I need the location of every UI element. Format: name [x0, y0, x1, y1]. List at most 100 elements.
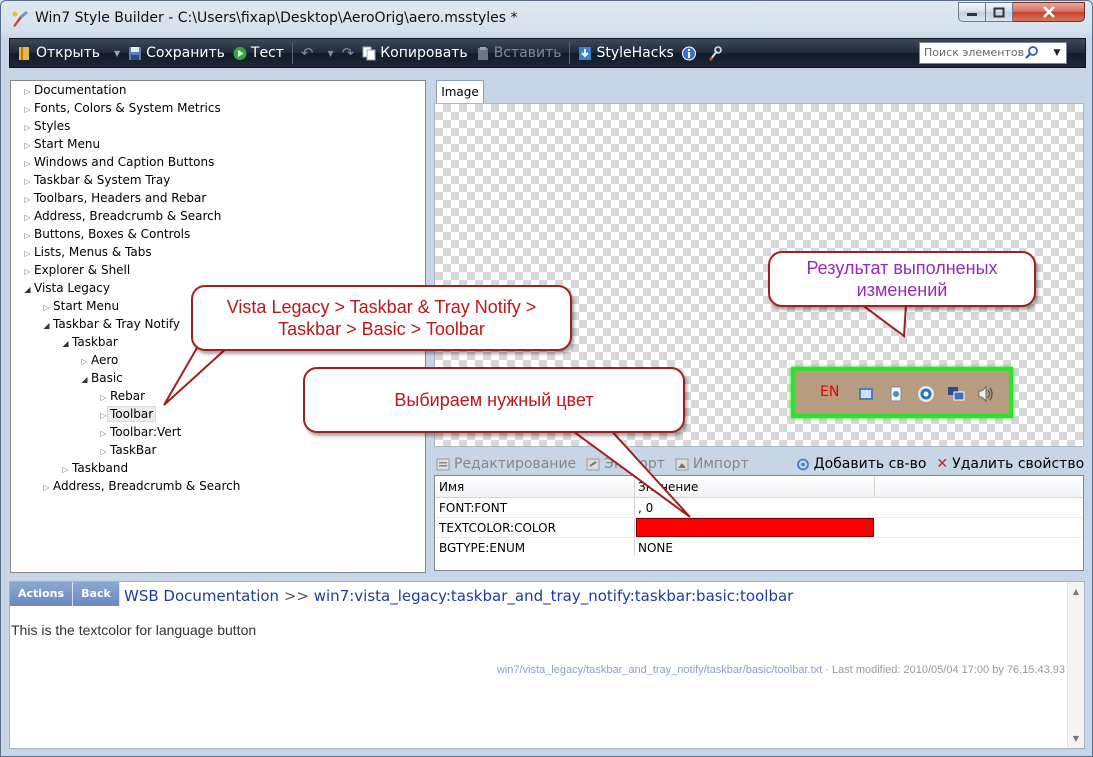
breadcrumb-separator: >>	[283, 587, 309, 605]
actions-button[interactable]: Actions	[10, 582, 73, 606]
tree-item[interactable]: ▷ Buttons, Boxes & Controls	[21, 226, 190, 243]
copy-label: Копировать	[380, 45, 468, 61]
import-icon	[675, 458, 689, 470]
tree-item[interactable]: ▷ Documentation	[21, 82, 126, 100]
tree-item[interactable]: ◢ Taskbar	[59, 334, 117, 352]
expand-arrow-icon[interactable]: ▷	[97, 389, 110, 406]
collapse-arrow-icon[interactable]: ◢	[21, 281, 34, 298]
add-property-button[interactable]: Добавить св-во	[796, 456, 926, 472]
breadcrumb-root-link[interactable]: WSB Documentation	[124, 587, 279, 605]
property-value[interactable]: , 0	[638, 498, 874, 518]
doc-last-modified: · Last modified: 2010/05/04 17:00 by 76.…	[825, 664, 1065, 676]
expand-arrow-icon[interactable]: ▷	[21, 263, 34, 280]
tree-item[interactable]: ▷ Windows and Caption Buttons	[21, 154, 214, 171]
scroll-up-icon[interactable]: ▲	[1068, 584, 1084, 600]
expand-arrow-icon[interactable]: ▷	[97, 443, 110, 460]
tree-item[interactable]: ▷ TaskBar	[97, 442, 156, 459]
tree-item[interactable]: ◢ Taskbar & Tray Notify	[40, 316, 180, 333]
expand-arrow-icon[interactable]: ▷	[21, 83, 34, 100]
edit-button[interactable]: Редактирование	[436, 456, 576, 472]
open-button[interactable]: Открыть ▼	[14, 40, 124, 66]
expand-arrow-icon[interactable]: ▷	[78, 353, 91, 370]
vertical-scrollbar[interactable]: ▲ ▼	[1067, 582, 1084, 748]
column-header-value[interactable]: Значение	[638, 476, 874, 498]
property-name: FONT:FONT	[439, 501, 508, 515]
expand-arrow-icon[interactable]: ▷	[21, 209, 34, 226]
expand-arrow-icon[interactable]: ▷	[21, 227, 34, 244]
expand-arrow-icon[interactable]: ▷	[21, 101, 34, 118]
expand-arrow-icon[interactable]: ▷	[40, 299, 53, 316]
tree-item[interactable]: ◢ Basic	[78, 370, 122, 388]
tree-item[interactable]: ▷ Explorer & Shell	[21, 262, 130, 279]
tree-item[interactable]: ▷ Start Menu	[40, 298, 119, 315]
expand-arrow-icon[interactable]: ▷	[21, 137, 34, 154]
open-dropdown-arrow-icon[interactable]: ▼	[114, 49, 120, 58]
collapse-arrow-icon[interactable]: ◢	[40, 317, 53, 334]
stylehacks-button[interactable]: StyleHacks	[574, 40, 677, 66]
expand-arrow-icon[interactable]: ▷	[59, 461, 72, 478]
tree-item[interactable]: ▷ Fonts, Colors & System Metrics	[21, 100, 220, 118]
expand-arrow-icon[interactable]: ▷	[21, 155, 34, 172]
tree-item[interactable]: ▷ Aero	[78, 352, 118, 369]
table-row[interactable]: BGTYPE:ENUM NONE	[435, 538, 1083, 558]
tree-item-selected[interactable]: ▷ Toolbar	[97, 406, 157, 423]
import-button[interactable]: Импорт	[675, 456, 749, 472]
collapse-arrow-icon[interactable]: ◢	[78, 371, 91, 388]
search-dropdown-arrow-icon[interactable]: ▼	[1048, 43, 1066, 63]
table-row[interactable]: TEXTCOLOR:COLOR	[435, 518, 1083, 538]
tree-item[interactable]: ▷ Taskbar & System Tray	[21, 172, 170, 189]
tree-item[interactable]: ▷ Address, Breadcrumb & Search	[40, 478, 240, 495]
table-row[interactable]: FONT:FONT , 0	[435, 498, 1083, 518]
edit-label: Редактирование	[454, 456, 577, 472]
column-header-name[interactable]: Имя	[439, 476, 634, 498]
expand-arrow-icon[interactable]: ▷	[21, 191, 34, 208]
tree-item[interactable]: ▷ Taskband	[59, 460, 128, 477]
column-divider	[874, 476, 875, 498]
tree-item[interactable]: ◢ Vista Legacy	[21, 280, 110, 297]
back-button[interactable]: Back	[73, 582, 120, 606]
test-button[interactable]: Тест	[229, 40, 288, 66]
tree-item[interactable]: ▷ Toolbar:Vert	[97, 424, 181, 441]
close-button[interactable]	[1013, 2, 1085, 22]
tree-item[interactable]: ▷ Lists, Menus & Tabs	[21, 244, 151, 262]
minimize-button[interactable]	[958, 2, 986, 22]
scroll-down-icon[interactable]: ▼	[1068, 731, 1084, 747]
expand-arrow-icon[interactable]: ▷	[40, 479, 53, 496]
export-button[interactable]: Экспорт	[586, 456, 665, 472]
tools-button[interactable]	[704, 40, 730, 66]
maximize-button[interactable]	[986, 2, 1013, 22]
expand-arrow-icon[interactable]: ▷	[21, 173, 34, 190]
redo-button[interactable]: ↷	[338, 40, 359, 66]
collapse-arrow-icon[interactable]: ◢	[59, 335, 72, 352]
search-icon[interactable]	[1025, 46, 1039, 60]
book-tray-icon	[859, 388, 873, 400]
result-callout-line1: Результат выполненых	[806, 258, 998, 278]
paste-button[interactable]: Вставить	[472, 40, 566, 66]
tab-image[interactable]: Image	[436, 80, 484, 103]
color-value-swatch[interactable]	[636, 518, 874, 537]
property-value[interactable]: NONE	[638, 538, 874, 558]
tree-item[interactable]: ▷ Toolbars, Headers and Rebar	[21, 190, 206, 207]
delete-property-button[interactable]: ✕ Удалить свойство	[936, 456, 1084, 472]
copy-button[interactable]: Копировать	[358, 40, 471, 66]
search-input[interactable]: Поиск элементов	[919, 42, 1067, 64]
copy-icon	[362, 46, 376, 60]
expand-arrow-icon[interactable]: ▷	[21, 119, 34, 136]
save-button[interactable]: Сохранить	[124, 40, 229, 66]
tree-item[interactable]: ▷ Address, Breadcrumb & Search	[21, 208, 221, 225]
undo-button[interactable]: ↶ ▼	[297, 40, 338, 66]
breadcrumb-page-link[interactable]: win7:vista_legacy:taskbar_and_tray_notif…	[314, 587, 794, 605]
property-name: BGTYPE:ENUM	[439, 541, 526, 555]
path-callout-line2: Taskbar > Basic > Toolbar	[278, 319, 485, 339]
tree-item[interactable]: ▷ Styles	[21, 118, 70, 135]
undo-dropdown-arrow-icon[interactable]: ▼	[328, 49, 334, 58]
doc-file-link[interactable]: win7/vista_legacy/taskbar_and_tray_notif…	[497, 664, 822, 676]
delete-property-label: Удалить свойство	[952, 456, 1085, 472]
info-icon	[681, 46, 696, 60]
tree-item[interactable]: ▷ Start Menu	[21, 136, 100, 153]
info-button[interactable]	[678, 40, 704, 66]
expand-arrow-icon[interactable]: ▷	[97, 425, 110, 442]
tree-item[interactable]: ▷ Rebar	[97, 388, 145, 405]
expand-arrow-icon[interactable]: ▷	[21, 245, 34, 262]
title-bar[interactable]: Win7 Style Builder - C:\Users\fixap\Desk…	[1, 1, 1092, 38]
